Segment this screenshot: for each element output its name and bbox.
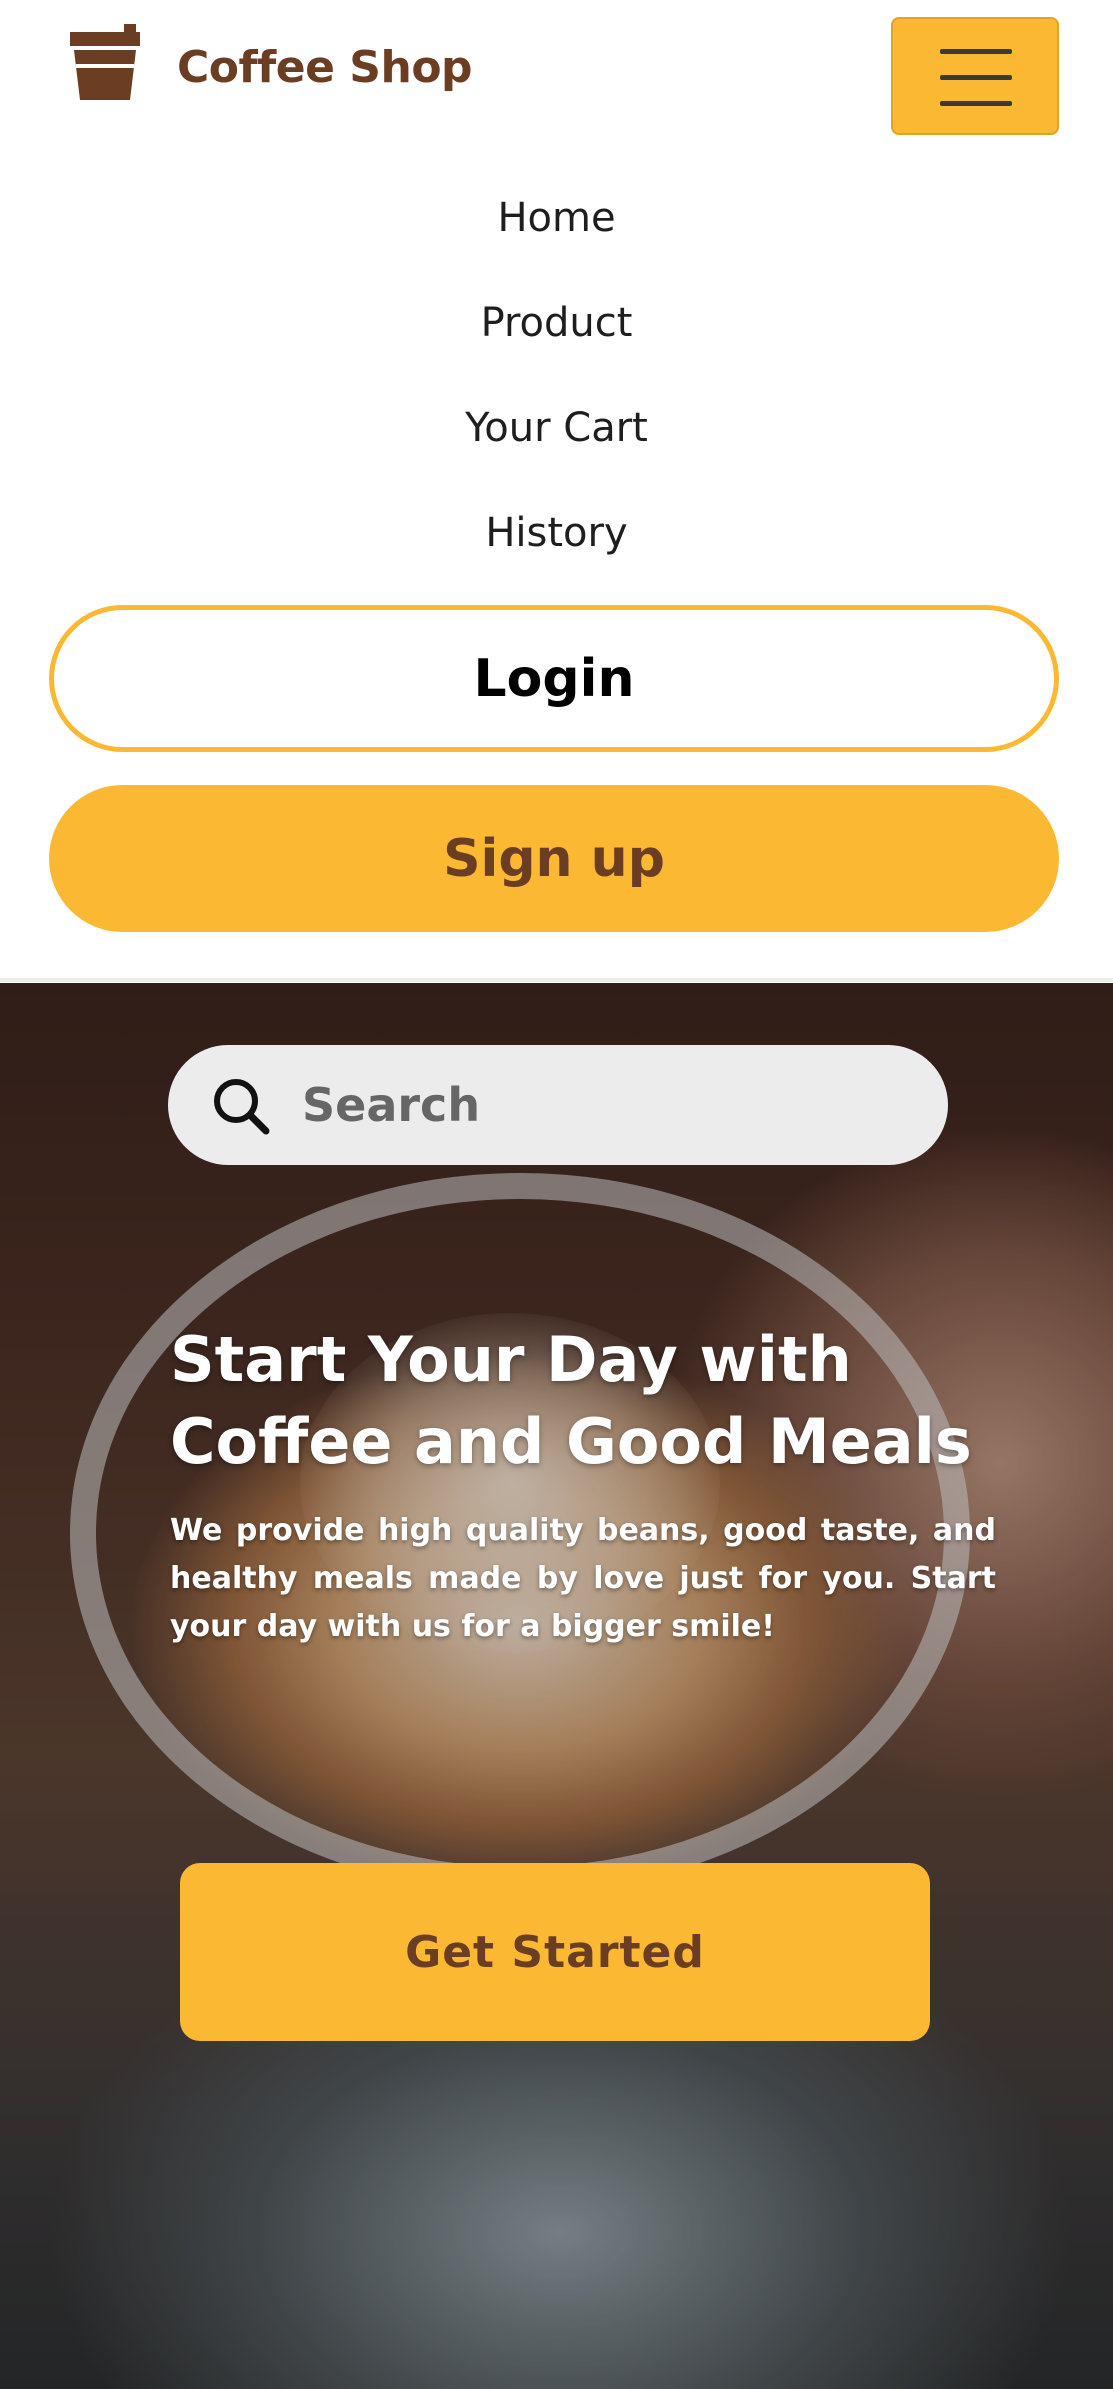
- hero-title: Start Your Day with Coffee and Good Meal…: [170, 1323, 972, 1478]
- hero-description: We provide high quality beans, good tast…: [170, 1513, 996, 1644]
- nav-item-your-cart[interactable]: Your Cart: [0, 405, 1113, 451]
- search-input[interactable]: [302, 1070, 902, 1140]
- get-started-button[interactable]: Get Started: [180, 1863, 930, 2041]
- search-bar[interactable]: [168, 1045, 948, 1165]
- divider: [0, 978, 1113, 982]
- nav-item-home[interactable]: Home: [0, 195, 1113, 241]
- coffee-cup-icon[interactable]: [64, 22, 146, 104]
- login-button[interactable]: Login: [49, 605, 1059, 752]
- search-icon[interactable]: [210, 1075, 272, 1137]
- signup-button[interactable]: Sign up: [49, 785, 1059, 932]
- menu-bar: [940, 101, 1012, 106]
- menu-bar: [940, 49, 1012, 54]
- brand-name[interactable]: Coffee Shop: [177, 42, 473, 93]
- hero-overlay: [0, 983, 1113, 2389]
- hero-section: Start Your Day with Coffee and Good Meal…: [0, 983, 1113, 2389]
- hamburger-menu-icon[interactable]: [891, 17, 1059, 135]
- nav-item-history[interactable]: History: [0, 510, 1113, 556]
- header: Coffee Shop: [0, 0, 1113, 150]
- menu-bar: [940, 75, 1012, 80]
- nav-item-product[interactable]: Product: [0, 300, 1113, 346]
